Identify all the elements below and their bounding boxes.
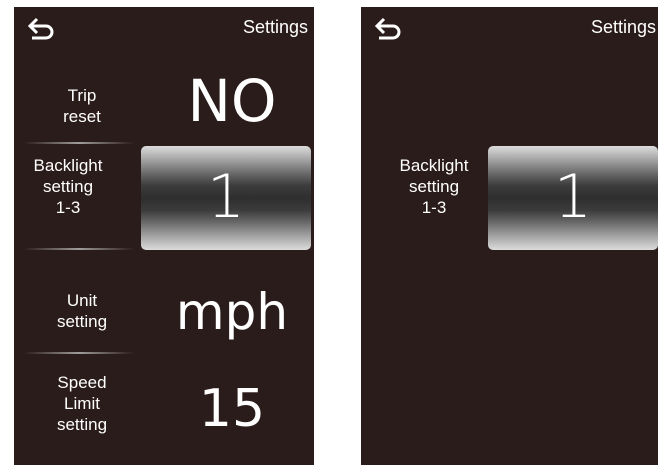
speed-limit-setting-label: Speed Limit setting	[56, 373, 108, 434]
unit-setting-value[interactable]: mph	[154, 275, 310, 349]
divider	[24, 142, 134, 144]
settings-screen-backlight: Settings Backlight setting 1-3 1	[361, 7, 658, 465]
page-title: Settings	[242, 17, 308, 37]
top-bar: Settings	[361, 7, 658, 47]
page-title: Settings	[590, 17, 656, 37]
backlight-value-selector[interactable]: 1	[141, 146, 311, 250]
divider	[24, 248, 134, 250]
speed-limit-value[interactable]: 15	[154, 371, 310, 447]
backlight-value-selector[interactable]: 1	[488, 146, 658, 250]
trip-reset-label: Trip reset	[63, 86, 101, 126]
back-arrow-icon[interactable]	[26, 14, 56, 42]
divider	[24, 352, 134, 354]
trip-reset-value[interactable]: NO	[154, 63, 310, 139]
stage: Settings Trip reset NO Backlight setting…	[0, 0, 658, 466]
back-arrow-icon[interactable]	[373, 14, 403, 42]
backlight-setting-label: Backlight setting 1-3	[399, 156, 469, 217]
settings-screen-list: Settings Trip reset NO Backlight setting…	[14, 7, 314, 465]
unit-setting-label: Unit setting	[56, 291, 108, 331]
backlight-value: 1	[553, 161, 593, 232]
backlight-setting-label: Backlight setting 1-3	[33, 156, 103, 217]
backlight-value: 1	[206, 161, 246, 232]
top-bar: Settings	[14, 7, 314, 47]
